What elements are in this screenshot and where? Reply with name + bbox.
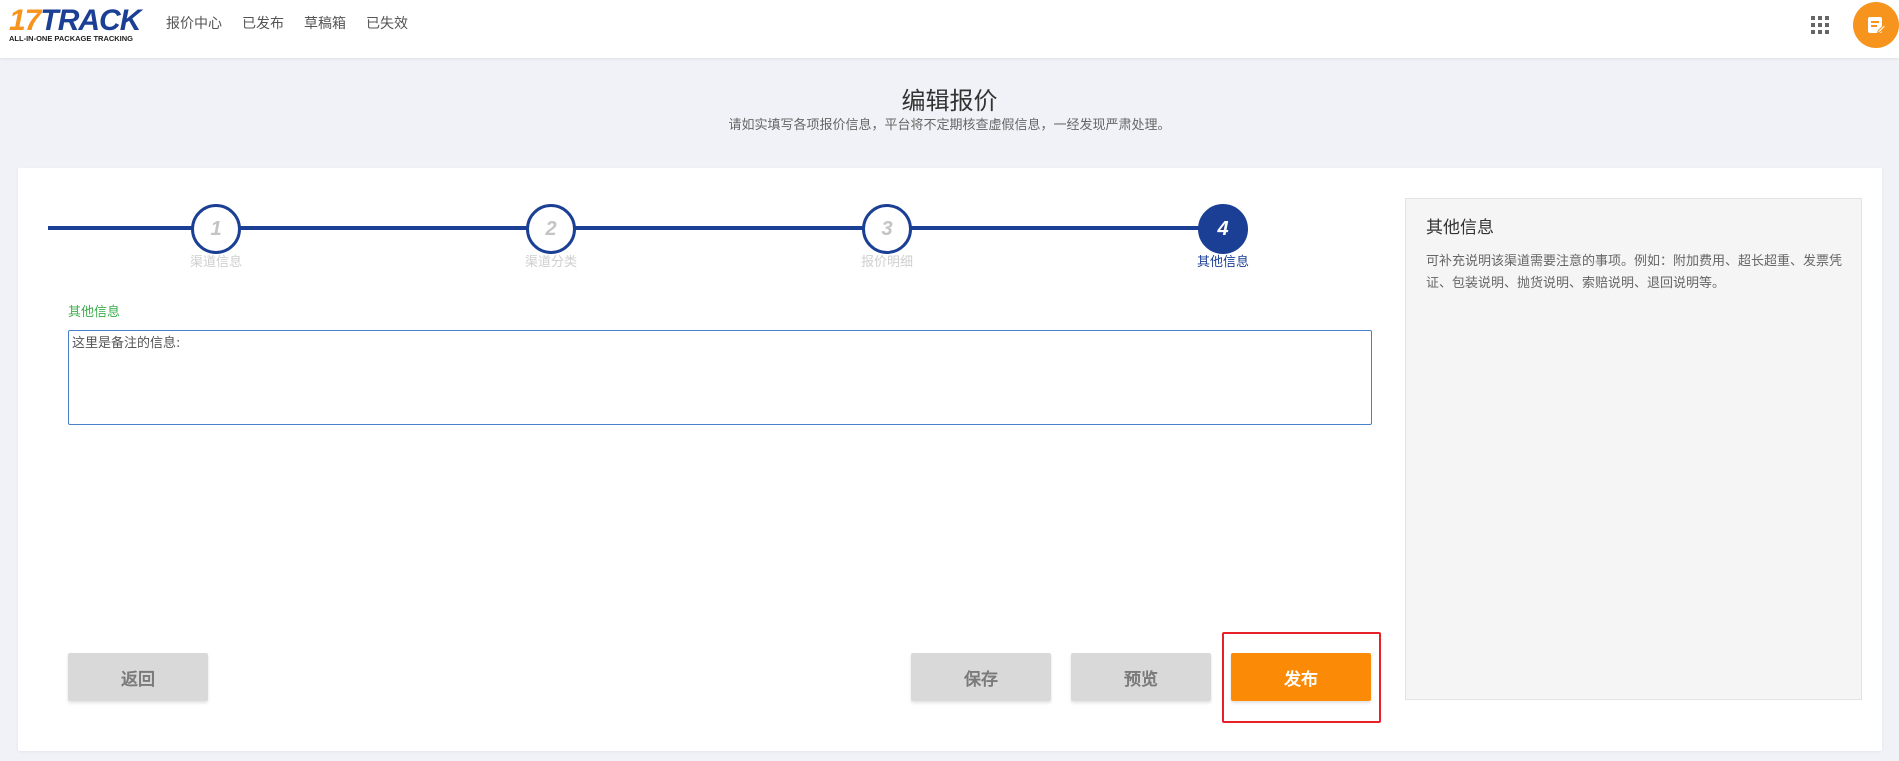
nav-item-quote-center[interactable]: 报价中心	[166, 15, 222, 33]
page-title: 编辑报价	[901, 87, 998, 115]
nav-item-expired[interactable]: 已失效	[366, 15, 408, 33]
step-number: 3	[862, 204, 912, 254]
step-label: 渠道分类	[524, 255, 577, 270]
edit-quote-card: 1 渠道信息 2 渠道分类 3 报价明细 4 其他信息 其他信息 这里是备注的信…	[18, 168, 1882, 751]
step-label: 渠道信息	[189, 255, 242, 270]
grid-icon[interactable]	[1811, 16, 1829, 34]
other-info-label: 其他信息	[68, 305, 121, 320]
step-quote-details[interactable]: 3 报价明细	[827, 204, 947, 274]
logo[interactable]: 17TRACK ALL-IN-ONE PACKAGE TRACKING	[9, 6, 141, 46]
step-label: 其他信息	[1196, 255, 1249, 270]
user-avatar[interactable]	[1853, 2, 1899, 48]
nav-item-published[interactable]: 已发布	[242, 15, 284, 33]
back-button[interactable]: 返回	[68, 653, 208, 701]
step-number: 1	[191, 204, 241, 254]
save-button[interactable]: 保存	[911, 653, 1051, 701]
step-label: 报价明细	[860, 255, 913, 270]
publish-button[interactable]: 发布	[1231, 653, 1371, 701]
step-channel-category[interactable]: 2 渠道分类	[491, 204, 611, 274]
top-nav-bar: 17TRACK ALL-IN-ONE PACKAGE TRACKING 报价中心…	[0, 0, 1899, 58]
step-number: 4	[1198, 204, 1248, 254]
main-nav: 报价中心 已发布 草稿箱 已失效	[166, 15, 428, 33]
side-panel-description: 可补充说明该渠道需要注意的事项。例如：附加费用、超长超重、发票凭证、包装说明、抛…	[1426, 254, 1843, 291]
logo-tagline: ALL-IN-ONE PACKAGE TRACKING	[9, 34, 134, 43]
step-number: 2	[526, 204, 576, 254]
logo-wordmark: 17TRACK	[9, 4, 141, 37]
other-info-textarea[interactable]: 这里是备注的信息:	[68, 330, 1372, 425]
help-side-panel: 其他信息 可补充说明该渠道需要注意的事项。例如：附加费用、超长超重、发票凭证、包…	[1405, 198, 1862, 700]
step-channel-info[interactable]: 1 渠道信息	[156, 204, 276, 274]
page-subtitle: 请如实填写各项报价信息，平台将不定期核查虚假信息，一经发现严肃处理。	[728, 118, 1171, 133]
nav-item-drafts[interactable]: 草稿箱	[304, 15, 346, 33]
step-other-info[interactable]: 4 其他信息	[1163, 204, 1283, 274]
note-icon	[1868, 17, 1886, 34]
side-panel-title: 其他信息	[1426, 218, 1494, 238]
preview-button[interactable]: 预览	[1071, 653, 1211, 701]
